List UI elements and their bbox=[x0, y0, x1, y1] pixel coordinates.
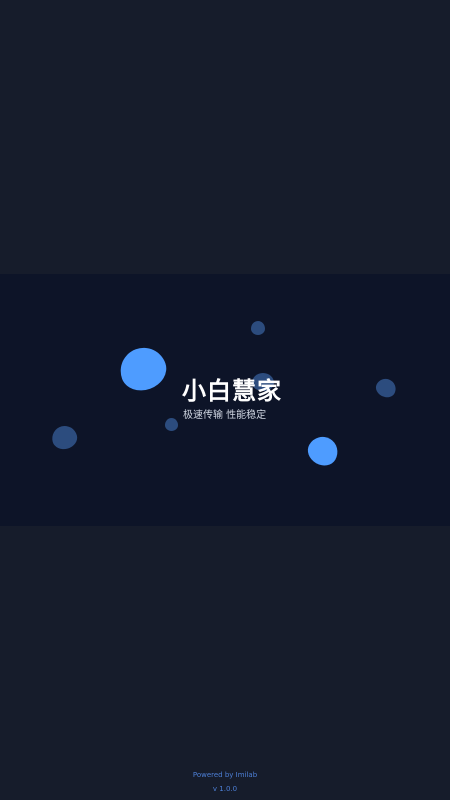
app-tagline: 极速传输 性能稳定 bbox=[183, 410, 267, 421]
logo: 小白慧家 极速传输 性能稳定 bbox=[182, 376, 281, 426]
splash-screen: 小白慧家 极速传输 性能稳定 Powered by Imilab v 1.0.0 bbox=[0, 0, 450, 800]
version-text: v 1.0.0 bbox=[212, 785, 238, 793]
powered-by-text: Powered by Imilab bbox=[192, 771, 258, 779]
bubble-small-top bbox=[251, 321, 265, 335]
app-title: 小白慧家 bbox=[182, 377, 282, 405]
bubble-tiny bbox=[165, 418, 178, 431]
